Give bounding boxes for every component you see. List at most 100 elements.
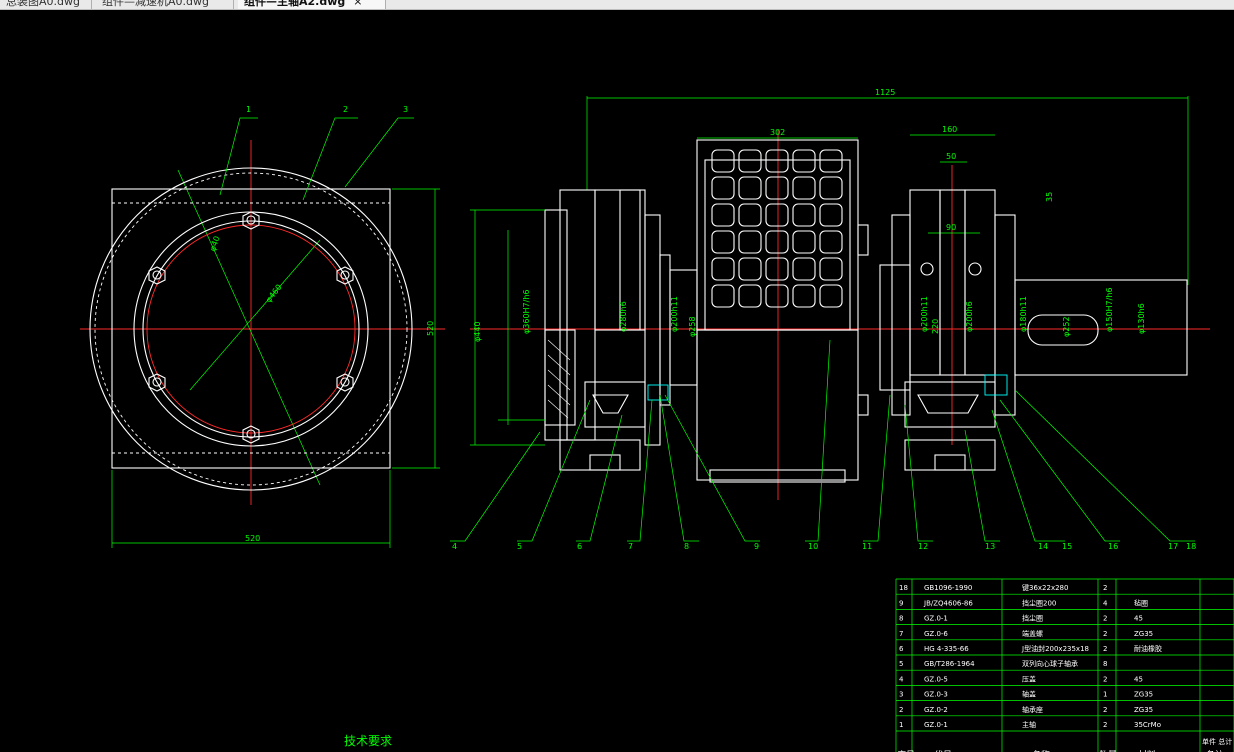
drum-cell [711,230,735,254]
drum-cell [792,257,816,281]
dim-key: 50 [946,152,956,161]
file-tab-label: 组件—减速机A0.dwg [102,0,209,8]
bom-cell: GZ.0-1 [924,615,948,623]
balloon-11: 11 [862,542,872,551]
bom-cell: 18 [899,584,908,592]
bom-cell: 1 [1103,691,1107,699]
bom-cell: 挡尘圈 [1022,614,1043,623]
drum-cell [765,257,789,281]
drum-cell [765,203,789,227]
dim-d10: φ150H7/h6 [1105,287,1114,332]
dim-overall: 1125 [875,88,895,97]
bom-cell: 3 [899,691,903,699]
bom-cell: 轴承座 [1022,705,1043,714]
bom-cell: JB/ZQ4606-86 [923,599,973,607]
drum-cell [792,176,816,200]
bom-cell: 主轴 [1022,720,1036,729]
bom-cell: 端盖螺 [1022,629,1043,638]
balloon-16: 16 [1108,542,1118,551]
left-dim-height: 520 [426,321,435,336]
drum-cell [765,176,789,200]
bom-cell: 6 [899,645,904,653]
dim-bolt: 90 [946,223,956,232]
drum-cell [819,284,843,308]
bom-cell: 耐油橡胶 [1134,644,1162,653]
bom-cell: 1 [899,721,903,729]
bom-cell: 2 [899,706,903,714]
bom-cell: GZ.0-5 [924,675,948,683]
bom-cell: 9 [899,599,903,607]
balloon-5: 5 [517,542,522,551]
dim-d11: φ130h6 [1137,303,1146,334]
bom-cell: 4 [1103,599,1108,607]
drum-cell [819,149,843,173]
dim-d9: φ252 [1062,316,1071,337]
bom-cell: 键36x22x280 [1022,583,1068,592]
balloon-13: 13 [985,542,995,551]
bom-cell: 轴盖 [1022,690,1036,699]
bom-cell: GZ.0-6 [924,630,948,638]
dim-d6: φ200h11 [920,296,929,332]
drum-cell [792,284,816,308]
dim-d5: φ258 [688,316,697,337]
balloon-9: 9 [754,542,759,551]
bom-cell: GB/T286-1964 [924,660,975,668]
file-tab-1[interactable]: 总装图A0.dwg [0,0,92,9]
balloon-4: 4 [452,542,457,551]
bom-cell: 2 [1103,630,1107,638]
drum-cell [711,257,735,281]
left-dim-bore: φ40 [208,235,222,253]
bom-cell: 45 [1134,675,1143,683]
bom-cell: 毡圈 [1134,598,1148,607]
dim-d1: φ440 [473,321,482,342]
close-icon[interactable]: × [353,0,362,8]
dim-drum: 302 [770,128,785,137]
drum-cell [792,203,816,227]
balloon-12: 12 [918,542,928,551]
drum-cell [819,176,843,200]
drum-cell [792,230,816,254]
left-dim-pcd: φ460 [264,283,284,305]
balloon-7: 7 [628,542,633,551]
bom-cell: 5 [899,660,903,668]
bom-cell: 7 [899,630,903,638]
left-dim-width: 520 [245,534,260,543]
bom-cell: 8 [899,615,903,623]
bom-cell: ZG35 [1134,691,1153,699]
drum-cell [819,230,843,254]
drum-cell [792,149,816,173]
dim-d4: φ200h11 [670,296,679,332]
drum-cell [765,230,789,254]
drum-cell [738,230,762,254]
bom-cell: 2 [1103,584,1107,592]
file-tab-label: 总装图A0.dwg [6,0,80,8]
part-balloons: 4 5 6 7 8 9 10 11 12 13 14 15 16 17 18 [452,542,1196,551]
tech-requirements-title: 技术要求 [344,734,392,748]
dim-hub: 160 [942,125,957,134]
file-tab-3[interactable]: 组件—主轴A2.dwg × [238,0,386,9]
file-tab-2[interactable]: 组件—减速机A0.dwg [96,0,234,9]
balloon-10: 10 [808,542,818,551]
balloon-6: 6 [577,542,582,551]
balloon-2: 2 [343,105,348,114]
bom-cell: 挡尘圈200 [1022,598,1056,607]
file-tab-bar: 总装图A0.dwg 组件—减速机A0.dwg 组件—主轴A2.dwg × [0,0,1234,10]
drum-cell [711,149,735,173]
dim-d2: φ360H7/h6 [522,289,531,334]
bom-cell: HG 4-335-66 [924,645,969,653]
balloon-18: 18 [1186,542,1196,551]
drum-cell [711,176,735,200]
bom-cell: 2 [1103,721,1107,729]
cad-drawing-canvas[interactable]: 520 520 φ460 φ40 1 2 3 1125 302 160 50 9… [0,10,1234,752]
bom-cell: 双列向心球子轴承 [1022,659,1078,668]
drum-cell [711,203,735,227]
bom-cell: ZG35 [1134,630,1153,638]
bom-cell: 2 [1103,675,1107,683]
dim-d7: φ200h6 [965,301,974,332]
drum-cell [765,149,789,173]
bom-cell: GZ.0-1 [924,721,948,729]
bom-cell: 压盖 [1022,674,1036,683]
bom-cell: GB1096-1990 [924,584,972,592]
drum-cell [819,203,843,227]
bom-cell: 45 [1134,615,1143,623]
